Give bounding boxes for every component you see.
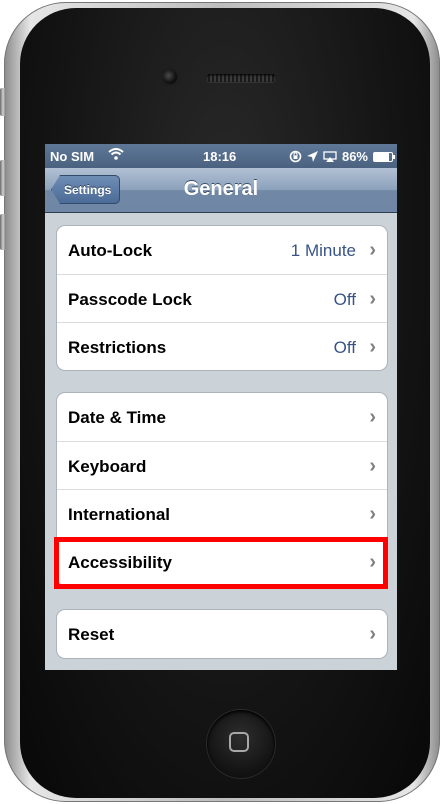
row-value: 1 Minute xyxy=(290,241,356,260)
battery-percent: 86% xyxy=(341,149,368,164)
screen: No SIM 18:16 86% Settings General Auto-L… xyxy=(45,144,397,670)
chevron-right-icon: › xyxy=(369,239,376,261)
carrier-label: No SIM xyxy=(50,149,95,164)
airplay-icon xyxy=(323,151,337,162)
chevron-right-icon: › xyxy=(369,406,376,428)
battery-icon xyxy=(373,151,395,162)
page-title: General xyxy=(183,178,259,200)
earpiece-speaker xyxy=(206,74,276,82)
row-label: Accessibility xyxy=(68,553,172,572)
settings-group-security: Auto-Lock 1 Minute › Passcode Lock Off ›… xyxy=(56,225,388,371)
row-label: Date & Time xyxy=(68,408,166,427)
row-value: Off xyxy=(333,290,356,309)
location-icon xyxy=(306,151,318,162)
row-label: Auto-Lock xyxy=(68,241,153,260)
settings-group-general: Date & Time › Keyboard › International ›… xyxy=(56,392,388,586)
home-button[interactable] xyxy=(207,710,275,778)
row-label: Reset xyxy=(68,625,115,644)
chevron-right-icon: › xyxy=(369,288,376,310)
chevron-right-icon: › xyxy=(369,336,376,358)
status-time: 18:16 xyxy=(203,149,237,164)
row-label: International xyxy=(68,505,171,524)
navigation-bar: Settings General xyxy=(45,168,397,213)
row-passcode-lock[interactable]: Passcode Lock Off › xyxy=(57,274,387,322)
volume-up-button xyxy=(0,160,6,196)
row-date-time[interactable]: Date & Time › xyxy=(57,393,387,441)
home-square-icon xyxy=(229,732,249,752)
row-label: Passcode Lock xyxy=(68,290,192,309)
chevron-right-icon: › xyxy=(369,623,376,645)
status-right-group: 86% xyxy=(289,149,395,164)
chevron-right-icon: › xyxy=(369,455,376,477)
row-label: Keyboard xyxy=(68,457,147,476)
row-accessibility[interactable]: Accessibility › xyxy=(57,537,387,585)
row-reset[interactable]: Reset › xyxy=(57,610,387,658)
row-value: Off xyxy=(333,338,356,357)
row-international[interactable]: International › xyxy=(57,489,387,537)
wifi-icon xyxy=(108,148,124,163)
chevron-right-icon: › xyxy=(369,551,376,573)
volume-down-button xyxy=(0,214,6,250)
row-auto-lock[interactable]: Auto-Lock 1 Minute › xyxy=(57,226,387,274)
orientation-lock-icon xyxy=(289,150,302,163)
front-camera xyxy=(163,70,177,84)
status-bar: No SIM 18:16 86% xyxy=(45,144,397,168)
row-label: Restrictions xyxy=(68,338,167,357)
row-keyboard[interactable]: Keyboard › xyxy=(57,441,387,489)
mute-switch xyxy=(0,88,6,116)
chevron-right-icon: › xyxy=(369,503,376,525)
settings-group-reset: Reset › xyxy=(56,609,388,659)
row-restrictions[interactable]: Restrictions Off › xyxy=(57,322,387,370)
